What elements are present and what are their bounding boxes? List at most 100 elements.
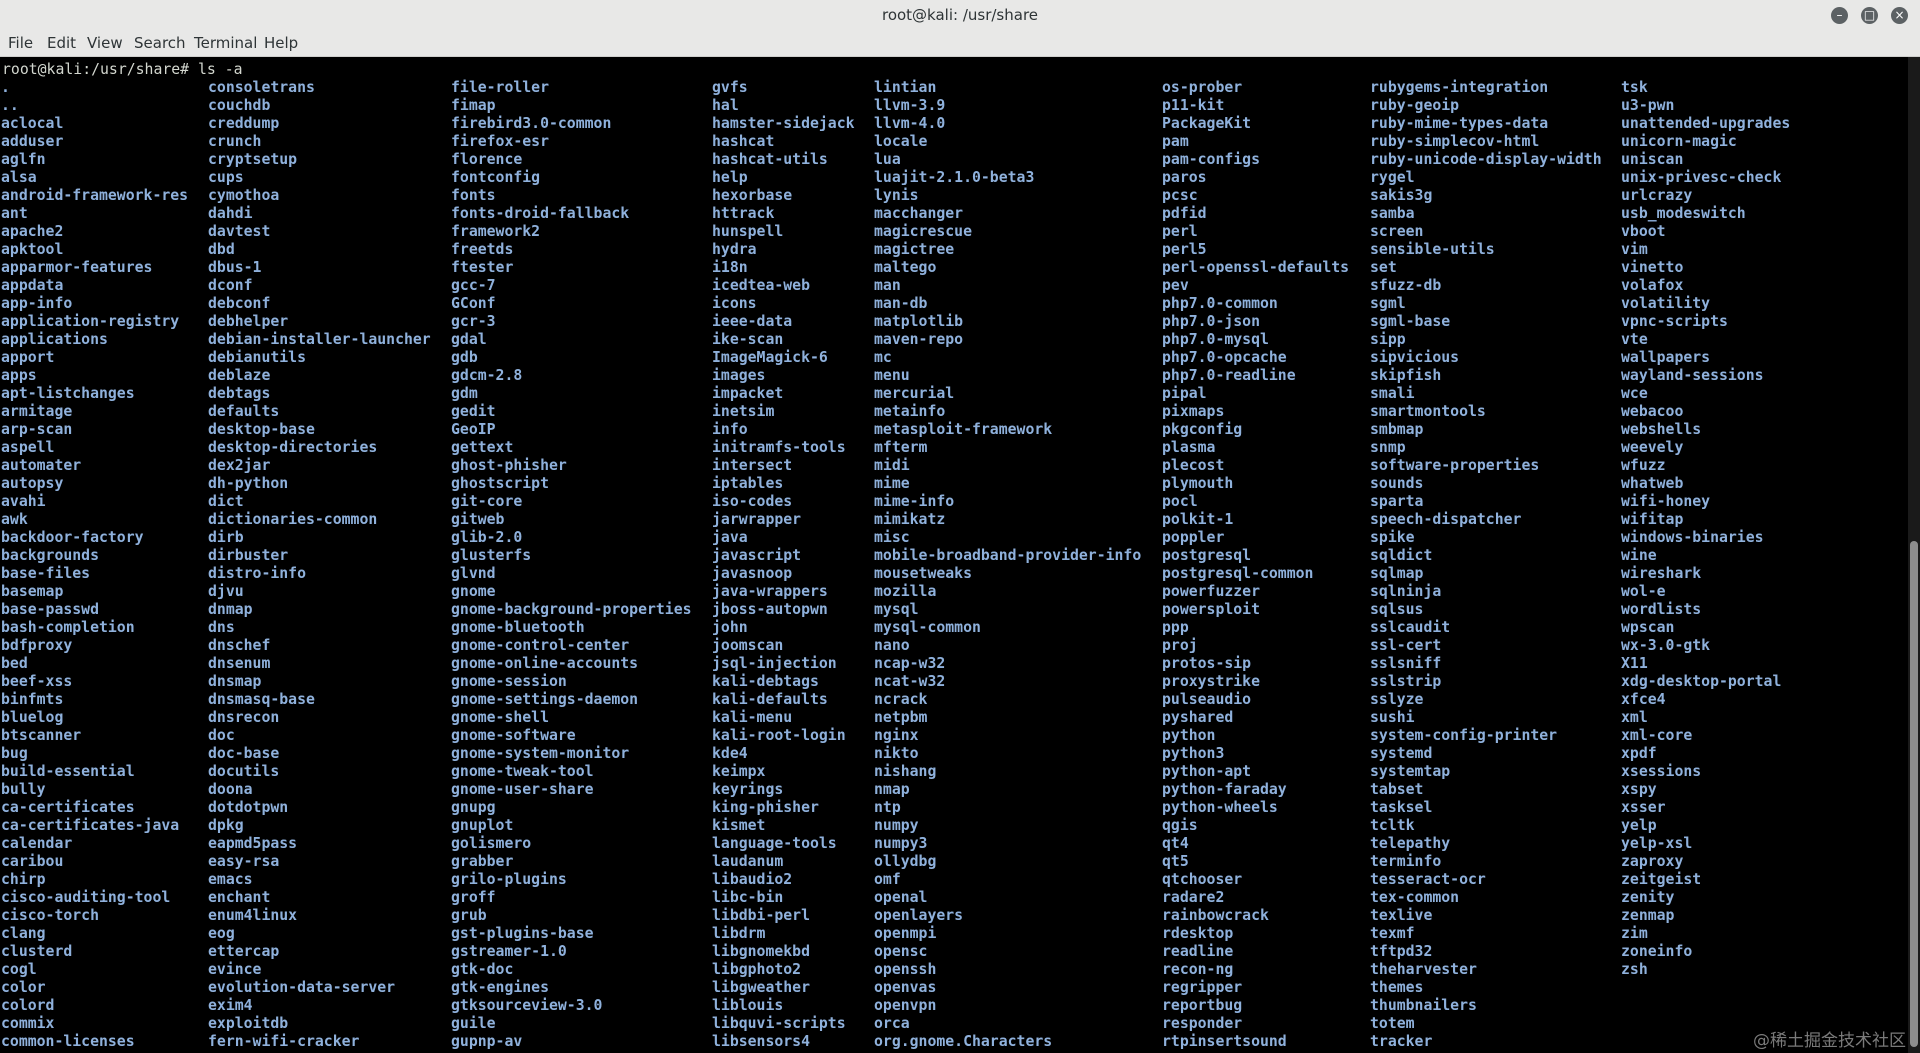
directory-entry: firebird3.0-common xyxy=(451,115,612,132)
minimize-button[interactable]: – xyxy=(1831,7,1848,24)
directory-entry: regripper xyxy=(1162,979,1243,996)
directory-entry: glib-2.0 xyxy=(451,529,523,546)
directory-entry: kali-defaults xyxy=(712,691,828,708)
directory-entry: arp-scan xyxy=(1,421,73,438)
directory-entry: base-passwd xyxy=(1,601,99,618)
directory-entry: binfmts xyxy=(1,691,64,708)
menu-search[interactable]: Search xyxy=(134,34,186,52)
directory-entry: kde4 xyxy=(712,745,748,762)
directory-entry: tsk xyxy=(1621,79,1648,96)
directory-entry: dotdotpwn xyxy=(208,799,289,816)
directory-entry: powerfuzzer xyxy=(1162,583,1260,600)
directory-entry: speech-dispatcher xyxy=(1370,511,1522,528)
directory-entry: ollydbg xyxy=(874,853,937,870)
directory-entry: plecost xyxy=(1162,457,1225,474)
directory-entry: dbd xyxy=(208,241,235,258)
directory-entry: themes xyxy=(1370,979,1424,996)
directory-entry: sounds xyxy=(1370,475,1424,492)
directory-entry: responder xyxy=(1162,1015,1243,1032)
directory-entry: ncap-w32 xyxy=(874,655,946,672)
directory-entry: backdoor-factory xyxy=(1,529,144,546)
directory-entry: gdb xyxy=(451,349,478,366)
directory-entry: gnome xyxy=(451,583,496,600)
directory-entry: tabset xyxy=(1370,781,1424,798)
directory-entry: dahdi xyxy=(208,205,253,222)
directory-entry: samba xyxy=(1370,205,1415,222)
directory-entry: zenity xyxy=(1621,889,1675,906)
directory-entry: language-tools xyxy=(712,835,837,852)
directory-entry: paros xyxy=(1162,169,1207,186)
directory-entry: tex-common xyxy=(1370,889,1460,906)
directory-entry: hashcat xyxy=(712,133,775,150)
directory-entry: gnome-control-center xyxy=(451,637,630,654)
directory-entry: deblaze xyxy=(208,367,271,384)
directory-entry: thumbnailers xyxy=(1370,997,1477,1014)
directory-entry: bash-completion xyxy=(1,619,135,636)
directory-entry: libgweather xyxy=(712,979,810,996)
directory-entry: llvm-3.9 xyxy=(874,97,946,114)
directory-entry: qtchooser xyxy=(1162,871,1243,888)
directory-entry: initramfs-tools xyxy=(712,439,846,456)
directory-entry: applications xyxy=(1,331,108,348)
directory-entry: kali-menu xyxy=(712,709,793,726)
scrollbar-thumb[interactable] xyxy=(1910,541,1918,1047)
directory-entry: httrack xyxy=(712,205,775,222)
directory-entry: sslstrip xyxy=(1370,673,1442,690)
directory-entry: liblouis xyxy=(712,997,784,1014)
directory-entry: openmpi xyxy=(874,925,937,942)
watermark: @稀土掘金技术社区 xyxy=(1753,1031,1906,1051)
directory-entry: perl5 xyxy=(1162,241,1207,258)
directory-entry: bed xyxy=(1,655,28,672)
directory-entry: awk xyxy=(1,511,28,528)
directory-entry: couchdb xyxy=(208,97,271,114)
directory-entry: hal xyxy=(712,97,739,114)
terminal-output[interactable]: root@kali:/usr/share# ls -a ... aclocal ad… xyxy=(0,57,1908,1053)
maximize-button[interactable]: □ xyxy=(1861,7,1878,24)
directory-entry: sqlsus xyxy=(1370,601,1424,618)
directory-entry: keimpx xyxy=(712,763,766,780)
directory-entry: eog xyxy=(208,925,235,942)
menu-terminal[interactable]: Terminal xyxy=(194,34,257,52)
directory-entry: metainfo xyxy=(874,403,946,420)
directory-entry: ssl-cert xyxy=(1370,637,1442,654)
directory-entry: nishang xyxy=(874,763,937,780)
title-bar: root@kali: /usr/share – □ × xyxy=(0,0,1920,30)
directory-entry: cymothoa xyxy=(208,187,280,204)
directory-entry: nano xyxy=(874,637,910,654)
directory-entry: sparta xyxy=(1370,493,1424,510)
directory-entry: qgis xyxy=(1162,817,1198,834)
directory-entry: maven-repo xyxy=(874,331,964,348)
menu-view[interactable]: View xyxy=(87,34,123,52)
menu-bar: File Edit View Search Terminal Help xyxy=(0,30,1920,57)
directory-entry: tracker xyxy=(1370,1033,1433,1050)
listing-column-1: ... aclocal adduser aglfn alsa android-framew… xyxy=(1,79,188,1051)
directory-entry: gstreamer-1.0 xyxy=(451,943,567,960)
directory-entry: libsensors4 xyxy=(712,1033,810,1050)
close-button[interactable]: × xyxy=(1891,7,1908,24)
directory-entry: ant xyxy=(1,205,28,222)
directory-entry: menu xyxy=(874,367,910,384)
directory-entry: ghost-phisher xyxy=(451,457,567,474)
menu-help[interactable]: Help xyxy=(264,34,298,52)
directory-entry: nmap xyxy=(874,781,910,798)
menu-file[interactable]: File xyxy=(8,34,33,52)
directory-entry: openvas xyxy=(874,979,937,996)
directory-entry: python3 xyxy=(1162,745,1225,762)
directory-entry: gnome-user-share xyxy=(451,781,594,798)
directory-entry: javasnoop xyxy=(712,565,793,582)
directory-entry: libdbi-perl xyxy=(712,907,810,924)
directory-entry: sfuzz-db xyxy=(1370,277,1442,294)
vertical-scrollbar[interactable] xyxy=(1908,57,1920,1053)
directory-entry: vim xyxy=(1621,241,1648,258)
directory-entry: color xyxy=(1,979,46,996)
menu-edit[interactable]: Edit xyxy=(47,34,76,52)
directory-entry: mozilla xyxy=(874,583,937,600)
directory-entry: terminfo xyxy=(1370,853,1442,870)
directory-entry: gtk-engines xyxy=(451,979,549,996)
directory-entry: grabber xyxy=(451,853,514,870)
directory-entry: aglfn xyxy=(1,151,46,168)
directory-entry: luajit-2.1.0-beta3 xyxy=(874,169,1035,186)
directory-entry: tftpd32 xyxy=(1370,943,1433,960)
directory-entry: rubygems-integration xyxy=(1370,79,1549,96)
directory-entry: golismero xyxy=(451,835,532,852)
